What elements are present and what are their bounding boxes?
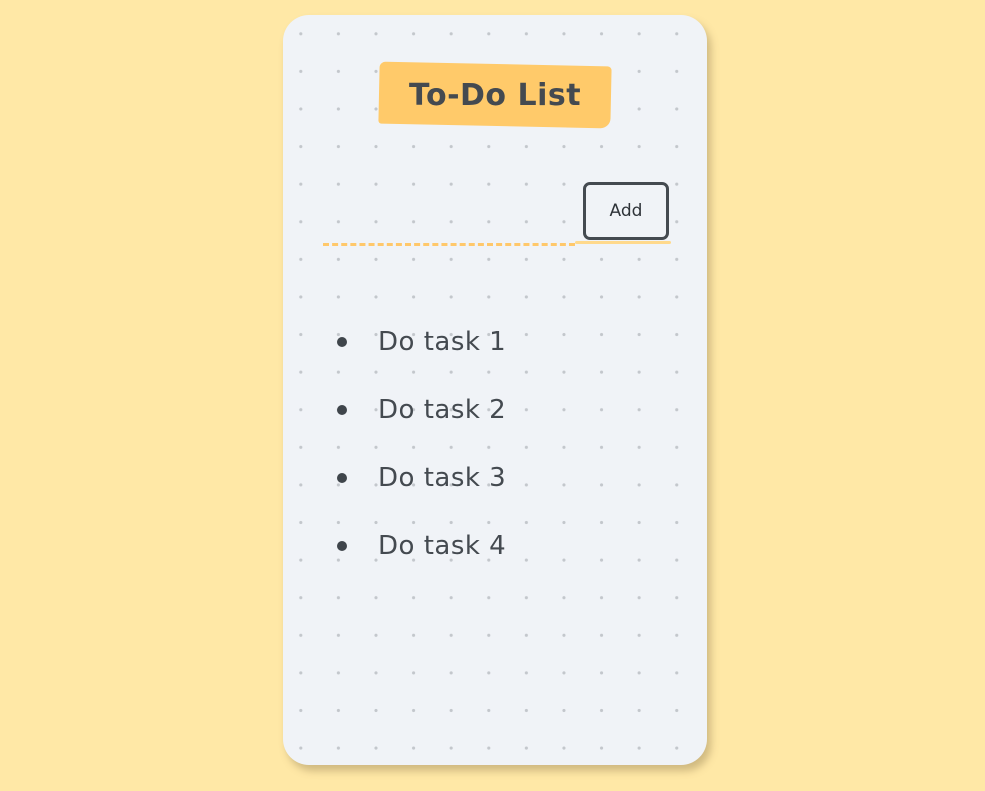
bullet-icon <box>337 541 347 551</box>
list-item[interactable]: Do task 4 <box>337 529 506 597</box>
task-label: Do task 4 <box>378 531 507 561</box>
add-button-underline <box>575 241 671 244</box>
page-background: To-Do List Add Do task 1 Do task 2 Do ta… <box>0 0 985 791</box>
list-item[interactable]: Do task 2 <box>337 393 506 461</box>
title-highlight: To-Do List <box>378 61 612 129</box>
bullet-icon <box>337 405 347 415</box>
task-label: Do task 1 <box>378 327 507 357</box>
task-label: Do task 3 <box>378 463 507 493</box>
task-label: Do task 2 <box>378 395 507 425</box>
list-item[interactable]: Do task 1 <box>337 325 506 393</box>
list-item[interactable]: Do task 3 <box>337 461 506 529</box>
add-button[interactable]: Add <box>583 182 669 240</box>
bullet-icon <box>337 337 347 347</box>
task-input[interactable] <box>323 215 575 246</box>
task-list: Do task 1 Do task 2 Do task 3 Do task 4 <box>337 325 506 597</box>
bullet-icon <box>337 473 347 483</box>
todo-card: To-Do List Add Do task 1 Do task 2 Do ta… <box>283 15 707 765</box>
page-title: To-Do List <box>408 77 582 113</box>
